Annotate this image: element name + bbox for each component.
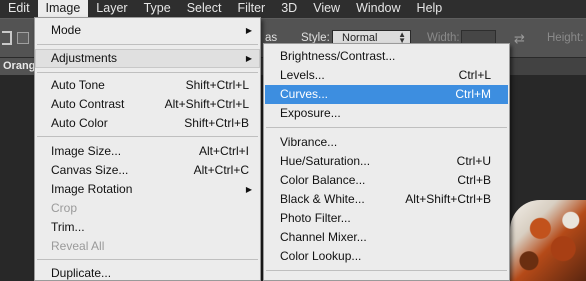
menu-item-shortcut: Alt+Ctrl+I xyxy=(198,144,249,158)
new-selection-icon[interactable] xyxy=(17,32,29,44)
menu-item-label: Channel Mixer... xyxy=(280,230,367,244)
menu-separator xyxy=(37,136,258,137)
menu-item-label: Curves... xyxy=(280,87,329,101)
menu-item-levels[interactable]: Levels... Ctrl+L xyxy=(264,66,509,85)
menu-window[interactable]: Window xyxy=(348,0,408,18)
menu-item-label: Reveal All xyxy=(51,239,105,253)
submenu-arrow-icon: ▶ xyxy=(245,185,252,194)
menu-edit[interactable]: Edit xyxy=(0,0,38,18)
marquee-tool-icon[interactable] xyxy=(2,31,12,45)
menu-layer[interactable]: Layer xyxy=(88,0,135,18)
menu-item-label: Black & White... xyxy=(280,192,365,206)
menu-item-label: Photo Filter... xyxy=(280,211,351,225)
menu-item-auto-contrast[interactable]: Auto Contrast Alt+Shift+Ctrl+L xyxy=(35,95,260,114)
menu-3d[interactable]: 3D xyxy=(273,0,305,18)
menu-item-auto-tone[interactable]: Auto Tone Shift+Ctrl+L xyxy=(35,76,260,95)
menu-item-label: Color Balance... xyxy=(280,173,366,187)
menu-separator xyxy=(37,72,258,73)
menu-item-label: Mode xyxy=(51,23,82,37)
menu-item-shortcut: Shift+Ctrl+B xyxy=(184,116,249,130)
menu-image[interactable]: Image xyxy=(37,0,89,18)
menu-item-black-white[interactable]: Black & White... Alt+Shift+Ctrl+B xyxy=(264,190,509,209)
menu-item-curves[interactable]: Curves... Ctrl+M xyxy=(265,85,508,104)
photo-thumbnail xyxy=(510,200,586,281)
menu-item-label: Adjustments xyxy=(51,51,118,65)
menu-item-shortcut: Alt+Ctrl+C xyxy=(193,163,249,177)
menu-item-color-lookup[interactable]: Color Lookup... xyxy=(264,247,509,266)
menu-item-label: Brightness/Contrast... xyxy=(280,49,396,63)
submenu-arrow-icon: ▶ xyxy=(245,54,252,63)
menu-item-label: Image Rotation xyxy=(51,182,133,196)
menu-item-crop[interactable]: Crop xyxy=(35,199,260,218)
menu-item-shortcut: Ctrl+M xyxy=(455,87,491,101)
menu-item-photo-filter[interactable]: Photo Filter... xyxy=(264,209,509,228)
menu-help[interactable]: Help xyxy=(409,0,451,18)
menu-type[interactable]: Type xyxy=(136,0,179,18)
menu-item-adjustments[interactable]: Adjustments ▶ xyxy=(35,49,260,68)
menu-item-auto-color[interactable]: Auto Color Shift+Ctrl+B xyxy=(35,114,260,133)
menu-item-label: Canvas Size... xyxy=(51,163,129,177)
menu-item-label: Auto Color xyxy=(51,116,108,130)
menu-item-label: Levels... xyxy=(280,68,325,82)
menu-item-shortcut: Alt+Shift+Ctrl+B xyxy=(405,192,491,206)
menu-item-shortcut: Shift+Ctrl+L xyxy=(185,78,249,92)
menu-item-color-balance[interactable]: Color Balance... Ctrl+B xyxy=(264,171,509,190)
menu-item-label: Hue/Saturation... xyxy=(280,154,371,168)
menu-item-reveal-all[interactable]: Reveal All xyxy=(35,237,260,256)
menu-item-mode[interactable]: Mode ▶ xyxy=(35,21,260,40)
menu-item-label: Color Lookup... xyxy=(280,249,362,263)
menu-item-shortcut: Alt+Shift+Ctrl+L xyxy=(164,97,249,111)
swap-icon[interactable]: ⇄ xyxy=(514,31,525,47)
menu-item-brightness-contrast[interactable]: Brightness/Contrast... xyxy=(264,47,509,66)
menu-separator xyxy=(266,270,507,271)
menu-item-label: Trim... xyxy=(51,220,85,234)
submenu-arrow-icon: ▶ xyxy=(245,26,252,35)
menu-item-label: Auto Contrast xyxy=(51,97,125,111)
menu-item-shortcut: Ctrl+L xyxy=(458,68,491,82)
menu-item-exposure[interactable]: Exposure... xyxy=(264,104,509,123)
menu-item-label: Auto Tone xyxy=(51,78,105,92)
adjustments-submenu: Brightness/Contrast... Levels... Ctrl+L … xyxy=(263,43,510,281)
menu-item-label: Vibrance... xyxy=(280,135,338,149)
menu-filter[interactable]: Filter xyxy=(229,0,273,18)
menu-bar: Edit Image Layer Type Select Filter 3D V… xyxy=(0,0,586,18)
menu-item-label: Image Size... xyxy=(51,144,122,158)
menu-item-canvas-size[interactable]: Canvas Size... Alt+Ctrl+C xyxy=(35,161,260,180)
menu-item-image-rotation[interactable]: Image Rotation ▶ xyxy=(35,180,260,199)
menu-item-label: Crop xyxy=(51,201,78,215)
menu-separator xyxy=(37,44,258,45)
image-menu: Mode ▶ Adjustments ▶ Auto Tone Shift+Ctr… xyxy=(34,17,261,281)
menu-item-label: Exposure... xyxy=(280,106,341,120)
menu-separator xyxy=(266,127,507,128)
document-tab[interactable]: Orang xyxy=(0,58,34,75)
menu-item-shortcut: Ctrl+B xyxy=(457,173,491,187)
menu-item-trim[interactable]: Trim... xyxy=(35,218,260,237)
height-label: Height: xyxy=(547,32,584,44)
menu-item-vibrance[interactable]: Vibrance... xyxy=(264,133,509,152)
menu-item-channel-mixer[interactable]: Channel Mixer... xyxy=(264,228,509,247)
menu-separator xyxy=(37,259,258,260)
menu-item-image-size[interactable]: Image Size... Alt+Ctrl+I xyxy=(35,142,260,161)
menu-item-hue-saturation[interactable]: Hue/Saturation... Ctrl+U xyxy=(264,152,509,171)
menu-view[interactable]: View xyxy=(305,0,348,18)
menu-item-shortcut: Ctrl+U xyxy=(456,154,491,168)
menu-item-duplicate[interactable]: Duplicate... xyxy=(35,264,260,281)
menu-select[interactable]: Select xyxy=(179,0,230,18)
menu-item-label: Duplicate... xyxy=(51,266,112,280)
